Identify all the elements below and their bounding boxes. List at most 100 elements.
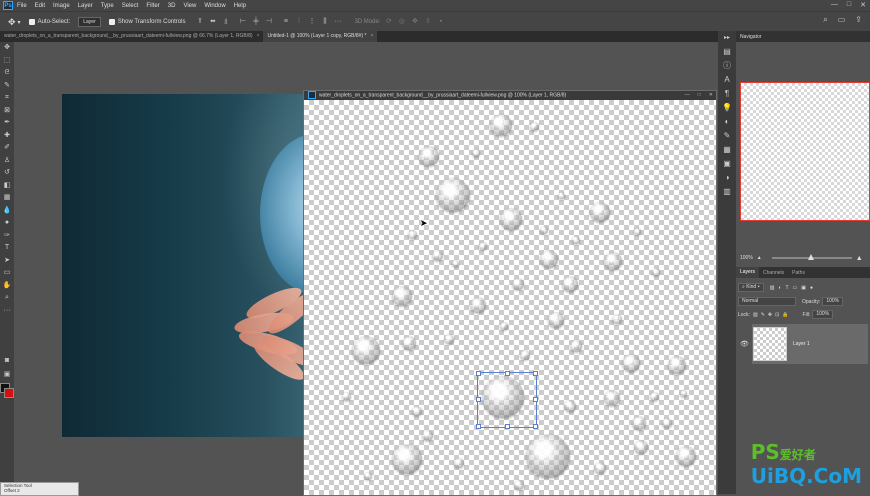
- filter-kind-dropdown[interactable]: ⌕ Kind ▾: [738, 283, 764, 292]
- menu-type[interactable]: Type: [101, 3, 114, 9]
- tab-untitled-1[interactable]: Untitled-1 @ 100% (Layer 1 copy, RGB/8#)…: [263, 31, 378, 42]
- lock-paint-icon[interactable]: ✎: [761, 312, 765, 318]
- background-color-swatch[interactable]: [4, 388, 14, 398]
- filter-shape-icon[interactable]: ▭: [793, 285, 798, 291]
- canvas-area[interactable]: water_droplets_on_a_transparent_backgrou…: [14, 42, 718, 496]
- navigator-tab[interactable]: Navigator: [736, 31, 870, 42]
- align-top-icon[interactable]: ⫪: [195, 18, 204, 26]
- zoom-in-icon[interactable]: ▲: [856, 255, 863, 262]
- layer-name[interactable]: Layer 1: [793, 341, 810, 347]
- lasso-tool-icon[interactable]: ᘓ: [0, 67, 14, 80]
- healing-brush-icon[interactable]: ✚: [0, 130, 14, 143]
- maximize-icon[interactable]: □: [698, 91, 701, 100]
- autoselect-dropdown[interactable]: Layer: [78, 17, 101, 27]
- distribute-icon[interactable]: ⋮: [307, 18, 316, 26]
- marquee-tool-icon[interactable]: ⬚: [0, 55, 14, 68]
- layer-row[interactable]: Layer 1: [752, 324, 868, 364]
- close-icon[interactable]: ✕: [709, 91, 713, 100]
- 3d-scale-icon[interactable]: ▪: [436, 18, 445, 26]
- more-options-icon[interactable]: ···: [333, 18, 342, 26]
- quick-mask-icon[interactable]: ◙: [0, 355, 14, 368]
- menu-edit[interactable]: Edit: [35, 3, 45, 9]
- zoom-slider[interactable]: [771, 254, 852, 260]
- more-tools-icon[interactable]: ···: [0, 305, 14, 318]
- filter-toggle-icon[interactable]: ●: [810, 285, 813, 291]
- brush-tool-icon[interactable]: ✐: [0, 142, 14, 155]
- clone-stamp-icon[interactable]: ♙: [0, 155, 14, 168]
- autoselect-checkbox[interactable]: Auto-Select:: [28, 19, 70, 25]
- adjustments-icon[interactable]: ◐: [718, 115, 736, 129]
- menu-3d[interactable]: 3D: [168, 3, 176, 9]
- tab-water-droplets[interactable]: water_droplets_on_a_transparent_backgrou…: [0, 31, 263, 42]
- character-icon[interactable]: A: [718, 73, 736, 87]
- align-right-icon[interactable]: ⊣: [264, 18, 273, 26]
- lock-pixels-icon[interactable]: ▨: [753, 312, 758, 318]
- menu-window[interactable]: Window: [204, 3, 225, 9]
- paragraph-icon[interactable]: ¶: [718, 87, 736, 101]
- align-left-icon[interactable]: ⊢: [238, 18, 247, 26]
- collapse-icon[interactable]: ▸▸: [718, 31, 736, 45]
- eraser-tool-icon[interactable]: ◧: [0, 180, 14, 193]
- search-icon[interactable]: ⌕: [823, 15, 827, 25]
- libraries-icon[interactable]: ▣: [718, 157, 736, 171]
- lightbulb-icon[interactable]: 💡: [718, 101, 736, 115]
- maximize-icon[interactable]: □: [847, 1, 851, 9]
- align-bottom-icon[interactable]: ⫫: [221, 18, 230, 26]
- type-tool-icon[interactable]: T: [0, 242, 14, 255]
- gradients-icon[interactable]: ▥: [718, 185, 736, 199]
- filter-adjust-icon[interactable]: ◐: [778, 285, 781, 291]
- shape-tool-icon[interactable]: ▭: [0, 267, 14, 280]
- navigator-zoom-value[interactable]: 100%: [740, 255, 753, 261]
- tab-layers[interactable]: Layers: [736, 267, 760, 278]
- visibility-eye-icon[interactable]: 👁: [740, 340, 749, 348]
- swatches-icon[interactable]: ▦: [718, 143, 736, 157]
- pen-tool-icon[interactable]: ✑: [0, 230, 14, 243]
- eyedropper-tool-icon[interactable]: ✒: [0, 117, 14, 130]
- quick-select-tool-icon[interactable]: ✎: [0, 80, 14, 93]
- blend-mode-dropdown[interactable]: Normal: [738, 297, 796, 306]
- blur-tool-icon[interactable]: 💧: [0, 205, 14, 218]
- gradient-tool-icon[interactable]: ▦: [0, 192, 14, 205]
- window-titlebar[interactable]: water_droplets_on_a_transparent_backgrou…: [304, 91, 716, 100]
- close-icon[interactable]: ✕: [860, 1, 866, 9]
- menu-view[interactable]: View: [183, 3, 196, 9]
- info-icon[interactable]: ⓘ: [718, 59, 736, 73]
- lock-artboard-icon[interactable]: ⊡: [775, 312, 779, 318]
- align-middle-icon[interactable]: ⬌: [208, 18, 217, 26]
- lock-all-icon[interactable]: 🔒: [782, 312, 788, 318]
- move-tool-icon[interactable]: ✥: [0, 42, 14, 55]
- menu-filter[interactable]: Filter: [146, 3, 159, 9]
- filter-type-icon[interactable]: T: [785, 285, 788, 291]
- opacity-field[interactable]: 100%: [822, 297, 844, 306]
- menu-file[interactable]: File: [17, 3, 27, 9]
- history-icon[interactable]: ▤: [718, 45, 736, 59]
- minimize-icon[interactable]: —: [831, 1, 838, 9]
- menu-select[interactable]: Select: [122, 3, 139, 9]
- distribute-icon[interactable]: ⫶: [294, 18, 303, 26]
- floating-document-window[interactable]: water_droplets_on_a_transparent_backgrou…: [303, 90, 717, 496]
- color-icon[interactable]: ◑: [718, 171, 736, 185]
- move-tool-icon[interactable]: ✥: [8, 17, 16, 28]
- screen-mode-icon[interactable]: ▣: [0, 369, 14, 382]
- share-icon[interactable]: ⇪: [855, 15, 862, 25]
- chevron-down-icon[interactable]: ▾: [18, 19, 21, 26]
- frame-tool-icon[interactable]: ⊠: [0, 105, 14, 118]
- crop-tool-icon[interactable]: ⌗: [0, 92, 14, 105]
- brushes-icon[interactable]: ✎: [718, 129, 736, 143]
- path-select-icon[interactable]: ➤: [0, 255, 14, 268]
- menu-help[interactable]: Help: [234, 3, 246, 9]
- lock-move-icon[interactable]: ✥: [768, 312, 772, 318]
- 3d-slide-icon[interactable]: ⇳: [423, 18, 432, 26]
- 3d-rotate-icon[interactable]: ⟳: [384, 18, 393, 26]
- close-icon[interactable]: ×: [257, 33, 260, 39]
- transparent-canvas[interactable]: ➤: [304, 100, 716, 495]
- workspace-icon[interactable]: ▭: [838, 15, 846, 25]
- 3d-roll-icon[interactable]: ◎: [397, 18, 406, 26]
- close-icon[interactable]: ×: [370, 33, 373, 39]
- menu-image[interactable]: Image: [53, 3, 70, 9]
- transform-selection-box[interactable]: [476, 371, 538, 429]
- navigator-preview[interactable]: [740, 82, 870, 221]
- minimize-icon[interactable]: —: [685, 91, 690, 100]
- align-center-icon[interactable]: ╪: [251, 18, 260, 26]
- filter-smart-icon[interactable]: ▣: [801, 285, 806, 291]
